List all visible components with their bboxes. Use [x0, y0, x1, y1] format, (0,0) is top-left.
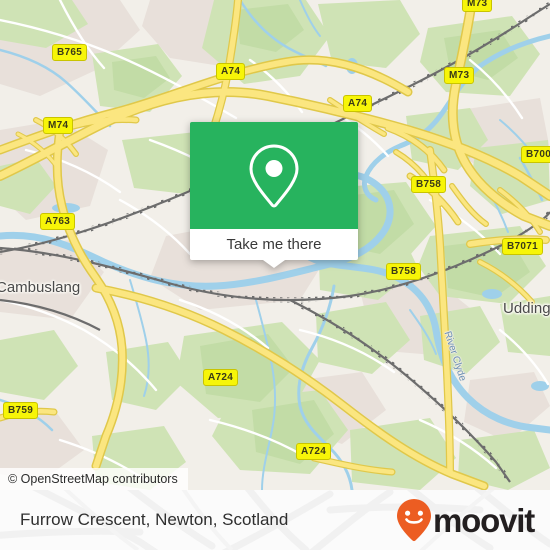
map-marker-popup[interactable]: Take me there — [190, 122, 358, 268]
road-shield: A74 — [343, 95, 373, 112]
road-shield: B765 — [52, 44, 88, 61]
popup-pointer-tail — [263, 260, 285, 268]
popup-header — [190, 122, 358, 229]
road-shield: M73 — [444, 67, 475, 84]
road-shield: A724 — [203, 369, 239, 386]
place-label: Uddingston — [503, 300, 550, 317]
road-shield: A74 — [216, 63, 246, 80]
moovit-wordmark: moovit — [433, 501, 535, 539]
moovit-logo[interactable]: moovit — [395, 490, 535, 550]
road-shield: M74 — [43, 117, 74, 134]
road-shield: B759 — [3, 402, 39, 419]
map-pin-icon — [249, 143, 299, 208]
take-me-there-label: Take me there — [226, 236, 322, 253]
road-shield: A763 — [40, 213, 76, 230]
moovit-map-screenshot: B765 A74 A74 M73 M73 M74 B7006 B758 B7071 A763 B75… — [0, 0, 550, 550]
footer-bar: Furrow Crescent, Newton, Scotland moovit — [0, 490, 550, 550]
osm-attribution[interactable]: © OpenStreetMap contributors — [0, 468, 188, 490]
location-title: Furrow Crescent, Newton, Scotland — [20, 510, 289, 529]
moovit-smiley-pin-icon — [397, 499, 432, 542]
road-shield: B7006 — [521, 146, 550, 163]
road-shield: B758 — [386, 263, 422, 280]
road-shield: M73 — [462, 0, 493, 12]
place-label: Cambuslang — [0, 279, 81, 296]
popup-action-bar[interactable]: Take me there — [190, 229, 358, 268]
road-shield: A724 — [296, 443, 332, 460]
road-shield: B7071 — [502, 238, 543, 255]
road-shield: B758 — [411, 176, 447, 193]
